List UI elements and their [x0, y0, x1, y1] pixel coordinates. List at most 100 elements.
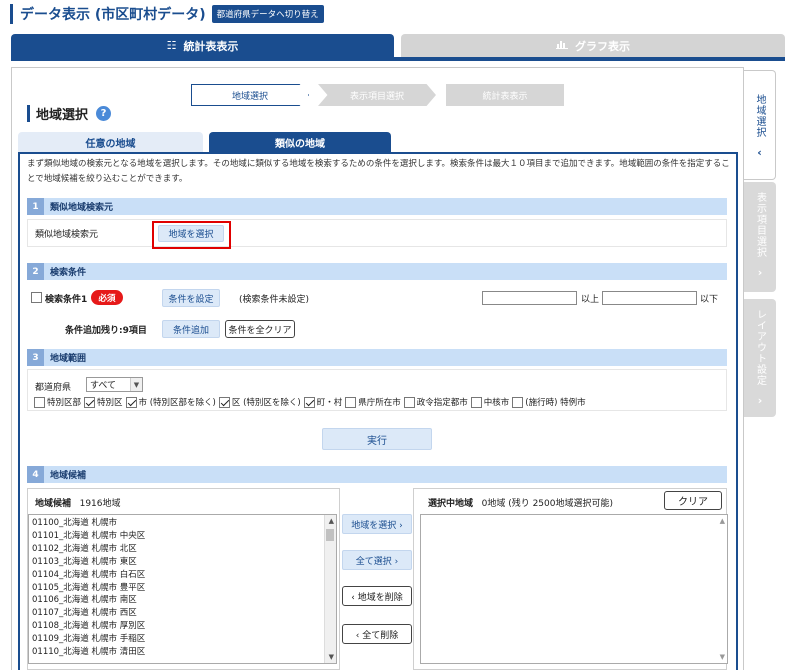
- condition-max-input[interactable]: [602, 291, 697, 305]
- type-filter-item[interactable]: 区 (特別区を除く): [218, 396, 301, 408]
- description-text: まず類似地域の検索元となる地域を選択します。その地域に類似する地域を検索するため…: [27, 159, 730, 184]
- side-tab-layout-label: レイアウト設定: [754, 309, 766, 386]
- similar-source-row: [27, 219, 727, 247]
- section-number: 2: [27, 263, 44, 280]
- type-filter-checkbox[interactable]: [512, 396, 524, 408]
- candidates-list[interactable]: 01100_北海道 札幌市 01101_北海道 札幌市 中央区 01102_北海道 …: [28, 514, 337, 664]
- type-filter-checkbox[interactable]: [218, 396, 230, 408]
- tab-underline: [11, 57, 785, 61]
- candidate-list-item[interactable]: 01102_北海道 札幌市 北区: [32, 543, 145, 556]
- subtab-similar-area[interactable]: 類似の地域: [209, 132, 391, 152]
- chevron-right-icon: ›: [757, 394, 763, 407]
- condition-min-input[interactable]: [482, 291, 577, 305]
- page-title: データ表示 (市区町村データ): [20, 7, 206, 23]
- selected-areas-info: 0地域 (残り 2500地域選択可能): [481, 499, 613, 509]
- candidates-title: 地域候補: [35, 499, 72, 509]
- type-filter-item[interactable]: 中核市: [470, 396, 510, 408]
- area-select-title: 地域選択: [36, 108, 89, 123]
- section-search-conditions: 2 検索条件: [27, 263, 727, 280]
- candidate-list-item[interactable]: 01103_北海道 札幌市 東区: [32, 556, 145, 569]
- step-area-select[interactable]: 地域選択: [191, 84, 309, 106]
- type-filter-item[interactable]: 政令指定都市: [403, 396, 468, 408]
- add-selected-area-button[interactable]: 地域を選択 ›: [342, 514, 412, 534]
- select-all-button[interactable]: 全て選択 ›: [342, 550, 412, 570]
- type-filter-label: 県庁所在市: [358, 398, 401, 408]
- type-filter-label: 市 (特別区部を除く): [138, 398, 216, 408]
- type-filter-checkbox[interactable]: [470, 396, 482, 408]
- section-number: 4: [27, 466, 44, 483]
- chevron-down-icon: ▼: [130, 378, 142, 391]
- type-filter-item[interactable]: 特別区部: [34, 396, 81, 408]
- type-filter-label: 特別区: [97, 398, 123, 408]
- remove-area-button[interactable]: ‹ 地域を削除: [342, 586, 412, 606]
- type-filter-item[interactable]: 特別区: [84, 396, 123, 408]
- clear-selected-button[interactable]: クリア: [664, 491, 722, 510]
- section-similar-source: 1 類似地域検索元: [27, 198, 727, 215]
- type-filter-checkbox[interactable]: [34, 396, 45, 408]
- subtab-any-area[interactable]: 任意の地域: [18, 132, 203, 152]
- add-condition-button[interactable]: 条件追加: [162, 320, 220, 338]
- candidate-list-item[interactable]: 01109_北海道 札幌市 手稲区: [32, 633, 145, 646]
- candidate-list-item[interactable]: 01105_北海道 札幌市 豊平区: [32, 582, 145, 595]
- type-filter-item[interactable]: 県庁所在市: [345, 396, 401, 408]
- candidate-list-item[interactable]: 01100_北海道 札幌市: [32, 517, 145, 530]
- candidate-list-item[interactable]: 01104_北海道 札幌市 白石区: [32, 569, 145, 582]
- tab-graph-label: グラフ表示: [575, 39, 630, 53]
- type-filter-checkbox[interactable]: [345, 396, 357, 408]
- side-tab-item-select[interactable]: 表示項目選択 ›: [744, 182, 776, 292]
- side-tab-area-label: 地域選択: [754, 94, 765, 138]
- type-filter-label: 町・村: [316, 398, 343, 408]
- run-button[interactable]: 実行: [322, 428, 432, 450]
- type-filter-checkbox[interactable]: [303, 396, 315, 408]
- scrollbar-thumb[interactable]: [326, 529, 334, 541]
- prefecture-select[interactable]: すべて ▼: [86, 377, 143, 392]
- condition-max-suffix: 以下: [700, 295, 719, 305]
- select-area-button[interactable]: 地域を選択: [158, 225, 224, 242]
- remove-all-button[interactable]: ‹ 全て削除: [342, 624, 412, 644]
- prefecture-label: 都道府県: [35, 383, 72, 393]
- candidate-list-item[interactable]: 01107_北海道 札幌市 西区: [32, 607, 145, 620]
- set-condition-button[interactable]: 条件を設定: [162, 289, 220, 307]
- candidate-list-item[interactable]: 01101_北海道 札幌市 中央区: [32, 530, 145, 543]
- scroll-up-icon[interactable]: ▲: [720, 517, 725, 525]
- condition-1-label: 検索条件1: [45, 295, 88, 305]
- switch-prefecture-data-button[interactable]: 都道府県データへ切り替え: [211, 5, 324, 23]
- type-filter-checkbox[interactable]: [84, 396, 96, 408]
- scroll-down-icon[interactable]: ▼: [720, 653, 725, 661]
- clear-all-conditions-button[interactable]: 条件を全クリア: [225, 320, 295, 338]
- candidate-list-item[interactable]: 01108_北海道 札幌市 厚別区: [32, 620, 145, 633]
- prefecture-select-value: すべて: [90, 381, 117, 391]
- scroll-up-icon[interactable]: ▲: [329, 517, 334, 525]
- side-tab-items-label: 表示項目選択: [754, 192, 766, 258]
- type-filter-item[interactable]: (施行時) 特例市: [512, 396, 586, 408]
- tab-graph-view[interactable]: グラフ表示: [401, 34, 785, 57]
- scroll-down-icon[interactable]: ▼: [329, 653, 334, 661]
- similar-source-label: 類似地域検索元: [35, 230, 99, 240]
- scrollbar[interactable]: ▲ ▼: [324, 515, 336, 663]
- step-item-select[interactable]: 表示項目選択: [318, 84, 436, 106]
- help-icon[interactable]: ?: [96, 106, 112, 121]
- type-filter-checkbox[interactable]: [403, 396, 415, 408]
- step-table-view[interactable]: 統計表表示: [446, 84, 564, 106]
- type-filter-label: 中核市: [483, 398, 510, 408]
- type-filter-label: 特別区部: [47, 398, 82, 408]
- selected-areas-list[interactable]: ▲ ▼: [420, 514, 728, 664]
- section-title: 地域範囲: [50, 354, 87, 364]
- side-tab-area-select[interactable]: 地域選択 ‹: [744, 70, 776, 180]
- type-filter-checkbox[interactable]: [125, 396, 137, 408]
- required-badge: 必須: [91, 290, 123, 305]
- chevron-right-icon: ›: [757, 266, 763, 279]
- condition-1-checkbox[interactable]: [31, 292, 42, 303]
- type-filter-item[interactable]: 市 (特別区部を除く): [125, 396, 216, 408]
- type-filter-item[interactable]: 町・村: [303, 396, 343, 408]
- section-number: 3: [27, 349, 44, 366]
- tab-table-view[interactable]: ☷ 統計表表示: [11, 34, 394, 57]
- section-title: 地域候補: [50, 471, 87, 481]
- candidate-list-item[interactable]: 01110_北海道 札幌市 清田区: [32, 646, 145, 659]
- candidates-items: 01100_北海道 札幌市 01101_北海道 札幌市 中央区 01102_北海道 …: [32, 517, 145, 659]
- selected-areas-header: 選択中地域 0地域 (残り 2500地域選択可能): [428, 496, 613, 509]
- type-filter-label: 政令指定都市: [416, 398, 468, 408]
- section-number: 1: [27, 198, 44, 215]
- side-tab-layout[interactable]: レイアウト設定 ›: [744, 299, 776, 417]
- candidate-list-item[interactable]: 01106_北海道 札幌市 南区: [32, 594, 145, 607]
